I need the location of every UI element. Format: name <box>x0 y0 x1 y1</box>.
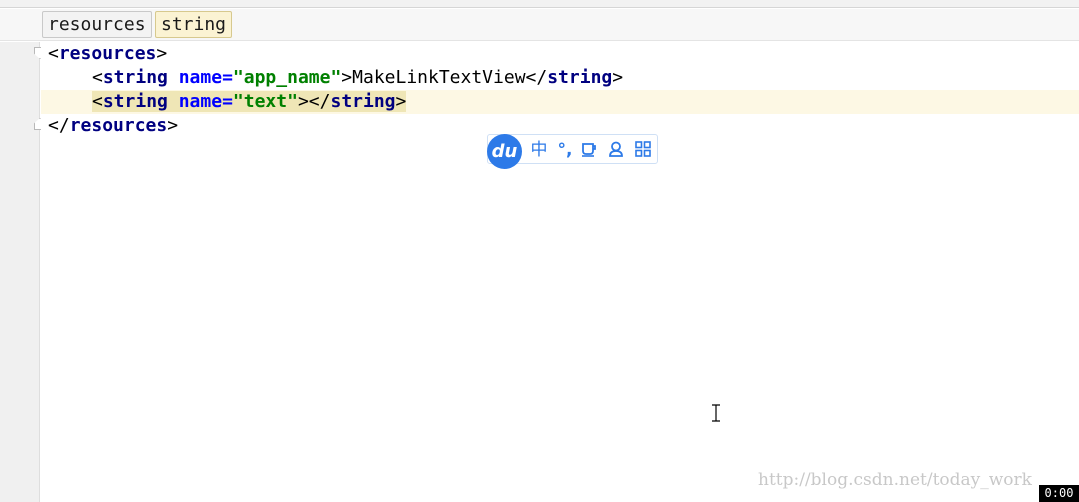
matched-tag-highlight: <string name="text"></string> <box>92 91 407 112</box>
element-text: MakeLinkTextView <box>352 67 526 88</box>
bracket: > <box>297 91 309 112</box>
bracket: > <box>612 67 624 88</box>
tag-name: string <box>102 67 168 88</box>
tag-name: resources <box>69 115 168 136</box>
tag-name: string <box>102 91 168 112</box>
breadcrumb: resources string <box>0 9 1079 41</box>
attribute-name: name <box>178 91 223 112</box>
breadcrumb-item-resources[interactable]: resources <box>42 11 152 38</box>
bracket: > <box>341 67 353 88</box>
bracket: > <box>395 91 407 112</box>
grid-icon[interactable] <box>633 139 653 161</box>
ime-logo[interactable]: du <box>487 134 522 169</box>
cup-icon[interactable] <box>579 139 599 161</box>
bracket: < <box>92 67 103 88</box>
window-top-strip <box>0 0 1079 8</box>
attribute-value: "text" <box>232 91 298 112</box>
equals-sign: = <box>222 67 233 88</box>
bracket: < <box>92 91 103 112</box>
editor-gutter <box>0 42 40 502</box>
bracket: < <box>48 43 59 64</box>
watermark: http://blog.csdn.net/today_work <box>758 470 1032 490</box>
code-editor[interactable]: <resources> <string name="app_name">Make… <box>41 42 1079 502</box>
ime-toolbar: du 中 °, <box>487 134 658 169</box>
bracket: > <box>167 115 179 136</box>
code-line-2: <string name="app_name">MakeLinkTextView… <box>41 66 1079 90</box>
equals-sign: = <box>222 91 233 112</box>
bracket: </ <box>308 91 331 112</box>
bracket: > <box>156 43 168 64</box>
code-line-3-current: <string name="text"></string> <box>41 90 1079 114</box>
user-icon[interactable] <box>606 139 626 161</box>
text-cursor-icon <box>711 404 721 422</box>
code-line-1: <resources> <box>41 42 1079 66</box>
ime-chinese-mode-button[interactable]: 中 <box>529 139 549 161</box>
tag-name: string <box>547 67 613 88</box>
breadcrumb-item-string[interactable]: string <box>155 11 233 38</box>
attribute-value: "app_name" <box>232 67 342 88</box>
ime-punctuation-button[interactable]: °, <box>555 139 575 161</box>
tag-name: string <box>330 91 396 112</box>
tag-name: resources <box>58 43 157 64</box>
recording-timer: 0:00 <box>1039 485 1079 502</box>
attribute-name: name <box>178 67 223 88</box>
bracket: </ <box>48 115 70 136</box>
bracket: </ <box>525 67 548 88</box>
